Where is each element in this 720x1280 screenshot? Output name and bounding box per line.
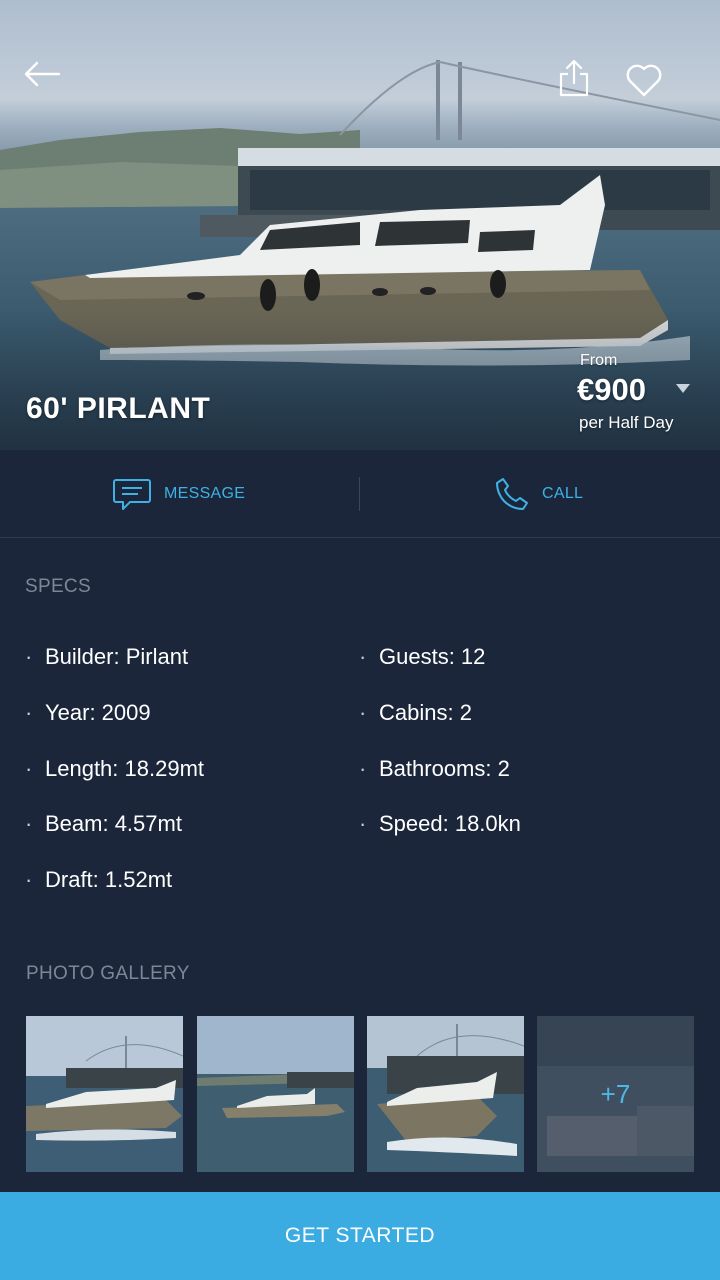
bullet: ·: [359, 644, 367, 669]
bullet: ·: [359, 756, 367, 781]
spec-cabins: Cabins: 2: [379, 700, 472, 725]
message-icon: [113, 479, 151, 510]
spec-item: · Year: 2009: [25, 700, 151, 726]
gallery-photo: [26, 1016, 183, 1172]
back-arrow-icon: [24, 61, 61, 87]
gallery-more-thumbnail[interactable]: +7: [537, 1016, 694, 1172]
hero-image: 60' PIRLANT From €900 per Half Day: [0, 0, 720, 450]
more-photos-count: +7: [537, 1016, 694, 1172]
gallery-thumbnail[interactable]: [26, 1016, 183, 1172]
spec-item: · Speed: 18.0kn: [359, 811, 521, 837]
spec-length: Length: 18.29mt: [45, 756, 205, 781]
bullet: ·: [25, 756, 33, 781]
gallery-thumbnail[interactable]: [367, 1016, 524, 1172]
specs-heading: SPECS: [25, 576, 91, 597]
price-unit: per Half Day: [579, 413, 674, 432]
spec-item: · Builder: Pirlant: [25, 644, 188, 670]
gallery-photo: [197, 1016, 354, 1172]
get-started-button[interactable]: GET STARTED: [0, 1192, 720, 1280]
bullet: ·: [359, 811, 367, 836]
favorite-button[interactable]: [620, 58, 668, 102]
spec-item: · Beam: 4.57mt: [25, 811, 182, 837]
bullet: ·: [359, 700, 367, 725]
spec-beam: Beam: 4.57mt: [45, 811, 182, 836]
gallery-thumbnail[interactable]: [197, 1016, 354, 1172]
price-value[interactable]: €900: [577, 372, 646, 408]
spec-builder: Builder: Pirlant: [45, 644, 189, 669]
spec-item: · Guests: 12: [359, 644, 485, 670]
share-button[interactable]: [552, 56, 596, 100]
bullet: ·: [25, 700, 33, 725]
spec-item: · Cabins: 2: [359, 700, 472, 726]
boat-title: 60' PIRLANT: [26, 392, 211, 425]
call-label: CALL: [542, 485, 584, 502]
bullet: ·: [25, 811, 33, 836]
gallery-photo: [367, 1016, 524, 1172]
back-button[interactable]: [18, 52, 66, 96]
spec-guests: Guests: 12: [379, 644, 486, 669]
action-divider: [359, 477, 360, 511]
gallery-heading: PHOTO GALLERY: [26, 963, 190, 984]
share-icon: [559, 59, 589, 97]
bullet: ·: [25, 867, 33, 892]
spec-item: · Bathrooms: 2: [359, 756, 510, 782]
price-prefix: From: [580, 352, 618, 369]
contact-actions: MESSAGE CALL: [0, 450, 720, 538]
spec-speed: Speed: 18.0kn: [379, 811, 521, 836]
message-label: MESSAGE: [164, 485, 246, 502]
spec-bathrooms: Bathrooms: 2: [379, 756, 510, 781]
heart-icon: [626, 64, 662, 97]
spec-draft: Draft: 1.52mt: [45, 867, 173, 892]
bullet: ·: [25, 644, 33, 669]
phone-icon: [496, 478, 528, 510]
spec-year: Year: 2009: [45, 700, 151, 725]
spec-item: · Draft: 1.52mt: [25, 867, 172, 893]
message-button[interactable]: MESSAGE: [112, 450, 245, 538]
price-dropdown-caret-icon[interactable]: [676, 384, 690, 393]
call-button[interactable]: CALL: [494, 450, 583, 538]
spec-item: · Length: 18.29mt: [25, 756, 204, 782]
